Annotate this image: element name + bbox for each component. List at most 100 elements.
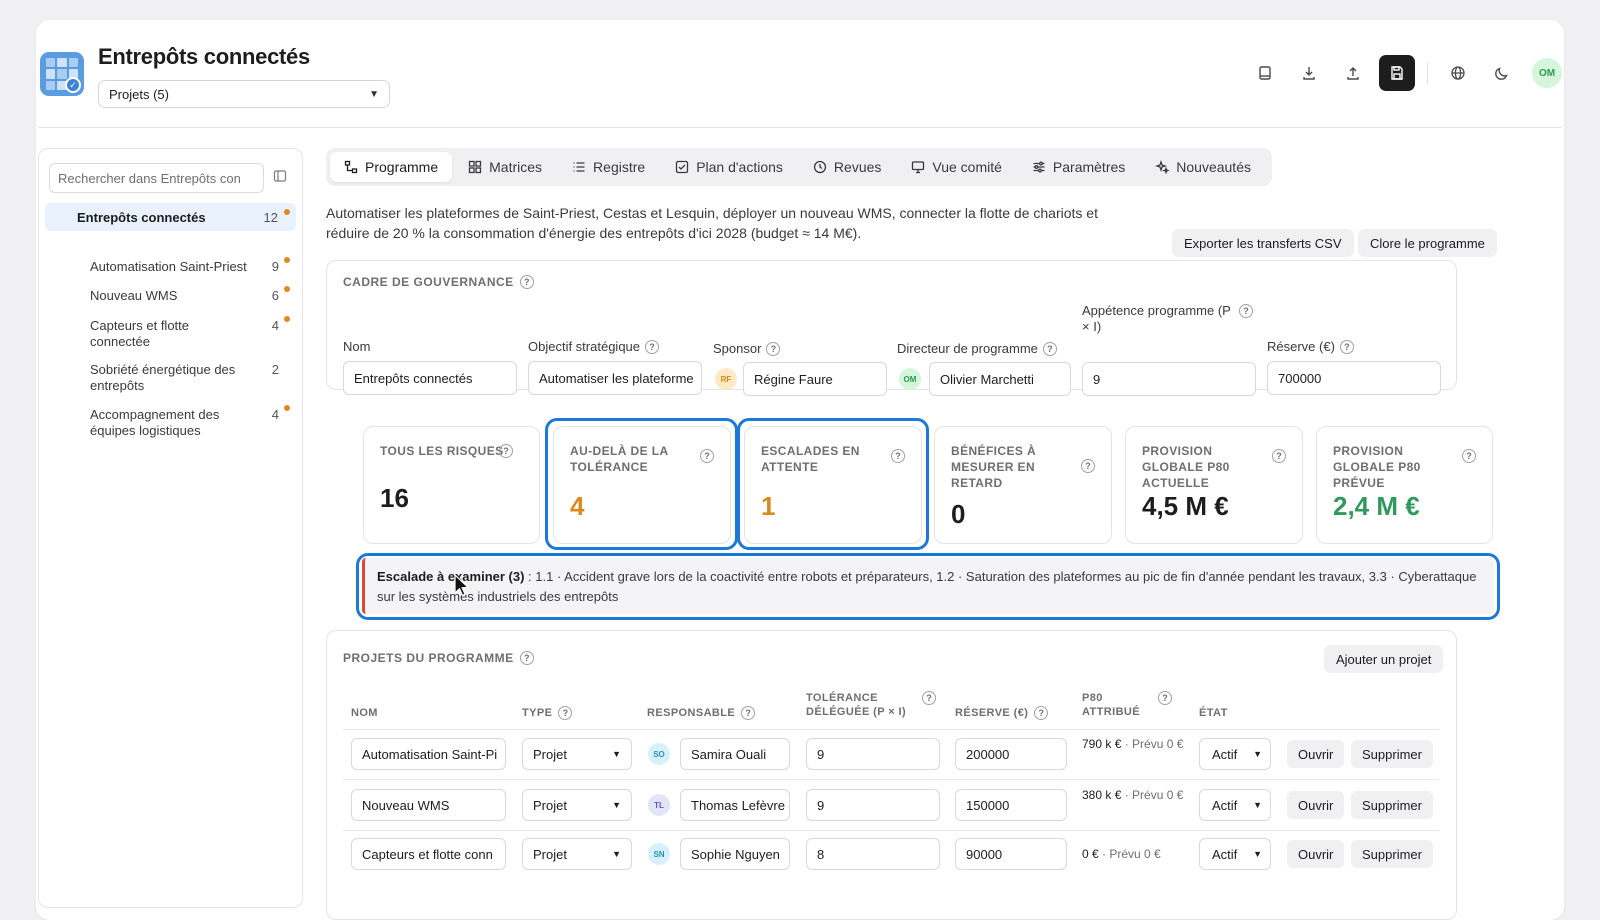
owner-input[interactable]: Samira Ouali xyxy=(680,738,790,770)
toolbar-divider xyxy=(1427,62,1428,84)
p80-value: 0 € · Prévu 0 € xyxy=(1082,847,1161,861)
tab-nouveautes[interactable]: Nouveautés xyxy=(1141,152,1265,182)
sidebar-item-project[interactable]: Accompagnement des équipes logistiques 4 xyxy=(90,405,295,439)
tolerance-input[interactable]: 9 xyxy=(806,789,940,821)
kpi-card-p80-current: PROVISION GLOBALE P80 ACTUELLE ? 4,5 M € xyxy=(1125,426,1303,544)
project-type-select[interactable]: Projet ▼ xyxy=(522,789,632,821)
escalation-banner[interactable]: Escalade à examiner (3) : 1.1 · Accident… xyxy=(362,558,1494,614)
save-button[interactable] xyxy=(1379,55,1415,91)
reserve-input[interactable]: 700000 xyxy=(1267,361,1441,395)
project-name-input[interactable]: Automatisation Saint-Pi xyxy=(351,738,506,770)
open-button[interactable]: Ouvrir xyxy=(1287,840,1345,868)
save-icon xyxy=(1391,66,1403,80)
chevron-down-icon: ▼ xyxy=(369,88,379,100)
theme-button[interactable] xyxy=(1484,55,1520,91)
delete-button[interactable]: Supprimer xyxy=(1351,840,1433,868)
owner-input[interactable]: Sophie Nguyen xyxy=(680,838,790,870)
owner-input[interactable]: Thomas Lefèvre xyxy=(680,789,790,821)
tab-label: Nouveautés xyxy=(1176,159,1251,175)
sidebar-item-project[interactable]: Capteurs et flotte connectée 4 xyxy=(90,316,295,350)
director-input[interactable]: Olivier Marchetti xyxy=(929,362,1071,396)
project-type-select[interactable]: Projet ▼ xyxy=(522,838,632,870)
project-type-select[interactable]: Projet ▼ xyxy=(522,738,632,770)
delete-button[interactable]: Supprimer xyxy=(1351,740,1433,768)
list-icon xyxy=(573,162,585,172)
tab-plan-actions[interactable]: Plan d'actions xyxy=(661,152,797,182)
tab-label: Matrices xyxy=(489,159,543,175)
tolerance-input[interactable]: 9 xyxy=(806,738,940,770)
reserve-input[interactable]: 150000 xyxy=(955,789,1067,821)
delete-button[interactable]: Supprimer xyxy=(1351,791,1433,819)
help-icon[interactable]: ? xyxy=(499,444,513,458)
sponsor-input[interactable]: Régine Faure xyxy=(743,362,887,396)
help-icon[interactable]: ? xyxy=(766,342,781,356)
state-select[interactable]: Actif ▼ xyxy=(1199,838,1271,870)
sponsor-avatar: RF xyxy=(715,368,737,390)
p80-value: 790 k € · Prévu 0 € xyxy=(1082,737,1184,751)
sidebar-item-project[interactable]: Nouveau WMS 6 xyxy=(90,286,295,304)
help-icon[interactable]: ? xyxy=(1272,449,1286,463)
globe-icon xyxy=(1451,66,1465,80)
help-icon[interactable]: ? xyxy=(519,651,534,665)
sliders-icon xyxy=(1033,161,1045,173)
help-icon[interactable]: ? xyxy=(1339,340,1354,354)
objective-input[interactable]: Automatiser les plateforme xyxy=(528,361,702,395)
column-header-reserve: RÉSERVE (€)? xyxy=(955,706,1049,720)
export-csv-button[interactable]: Exporter les transferts CSV xyxy=(1172,229,1354,257)
state-select[interactable]: Actif ▼ xyxy=(1199,738,1271,770)
sidebar-toggle-icon[interactable] xyxy=(273,169,287,186)
tab-label: Vue comité xyxy=(932,159,1002,175)
tolerance-input[interactable]: 8 xyxy=(806,838,940,870)
help-icon[interactable]: ? xyxy=(519,275,534,289)
language-button[interactable] xyxy=(1440,55,1476,91)
sidebar-item-project[interactable]: Sobriété énergétique des entrepôts 2 xyxy=(90,362,295,394)
user-avatar[interactable]: OM xyxy=(1532,58,1562,88)
open-button[interactable]: Ouvrir xyxy=(1287,740,1345,768)
help-icon[interactable]: ? xyxy=(1239,304,1253,318)
sidebar-item-project[interactable]: Automatisation Saint-Priest 9 xyxy=(90,257,295,275)
appetite-input[interactable]: 9 xyxy=(1082,362,1256,396)
column-header-type: TYPE? xyxy=(522,706,573,720)
upload-button[interactable] xyxy=(1335,55,1371,91)
tab-label: Registre xyxy=(593,159,646,175)
open-button[interactable]: Ouvrir xyxy=(1287,791,1345,819)
project-select[interactable]: Projets (5) ▼ xyxy=(98,80,390,108)
reserve-input[interactable]: 200000 xyxy=(955,738,1067,770)
projects-panel: PROJETS DU PROGRAMME ? Ajouter un projet… xyxy=(326,630,1457,920)
kpi-value: 0 xyxy=(951,499,966,529)
download-button[interactable] xyxy=(1291,55,1327,91)
sidebar-item-program[interactable]: Entrepôts connectés 12 xyxy=(45,203,296,231)
help-icon[interactable]: ? xyxy=(1042,342,1057,356)
moon-icon xyxy=(1495,67,1508,80)
help-icon[interactable]: ? xyxy=(1081,459,1095,473)
help-icon[interactable]: ? xyxy=(1158,691,1172,705)
help-icon[interactable]: ? xyxy=(1034,706,1049,720)
name-input[interactable]: Entrepôts connectés xyxy=(343,361,517,395)
governance-panel: CADRE DE GOUVERNANCE ? Nom Objectif stra… xyxy=(326,260,1457,396)
tab-parametres[interactable]: Paramètres xyxy=(1018,152,1139,182)
sidebar-item-count: 6 xyxy=(271,288,279,303)
tab-registre[interactable]: Registre xyxy=(558,152,659,182)
project-select-value: Projets (5) xyxy=(109,86,169,102)
help-icon[interactable]: ? xyxy=(645,340,660,354)
tab-vue-comite[interactable]: Vue comité xyxy=(897,152,1016,182)
field-label-name: Nom xyxy=(343,339,371,354)
help-icon[interactable]: ? xyxy=(741,706,756,720)
close-program-button[interactable]: Clore le programme xyxy=(1358,229,1497,257)
add-project-button[interactable]: Ajouter un projet xyxy=(1324,645,1444,673)
tab-revues[interactable]: Revues xyxy=(799,152,895,182)
sidebar-item-count: 2 xyxy=(271,362,279,377)
book-button[interactable] xyxy=(1247,55,1283,91)
tab-programme[interactable]: Programme xyxy=(330,152,453,182)
reserve-input[interactable]: 90000 xyxy=(955,838,1067,870)
tab-matrices[interactable]: Matrices xyxy=(454,152,556,182)
kpi-card-late-benefits: BÉNÉFICES À MESURER EN RETARD ? 0 xyxy=(934,426,1112,544)
project-name-input[interactable]: Nouveau WMS xyxy=(351,789,506,821)
help-icon[interactable]: ? xyxy=(558,706,573,720)
state-select[interactable]: Actif ▼ xyxy=(1199,789,1271,821)
help-icon[interactable]: ? xyxy=(922,691,936,705)
help-icon[interactable]: ? xyxy=(1462,449,1476,463)
field-label-appetite: Appétence programme (P × I)? xyxy=(1082,303,1257,335)
sidebar-search-input[interactable]: Rechercher dans Entrepôts con xyxy=(49,163,264,193)
project-name-input[interactable]: Capteurs et flotte conn xyxy=(351,838,506,870)
